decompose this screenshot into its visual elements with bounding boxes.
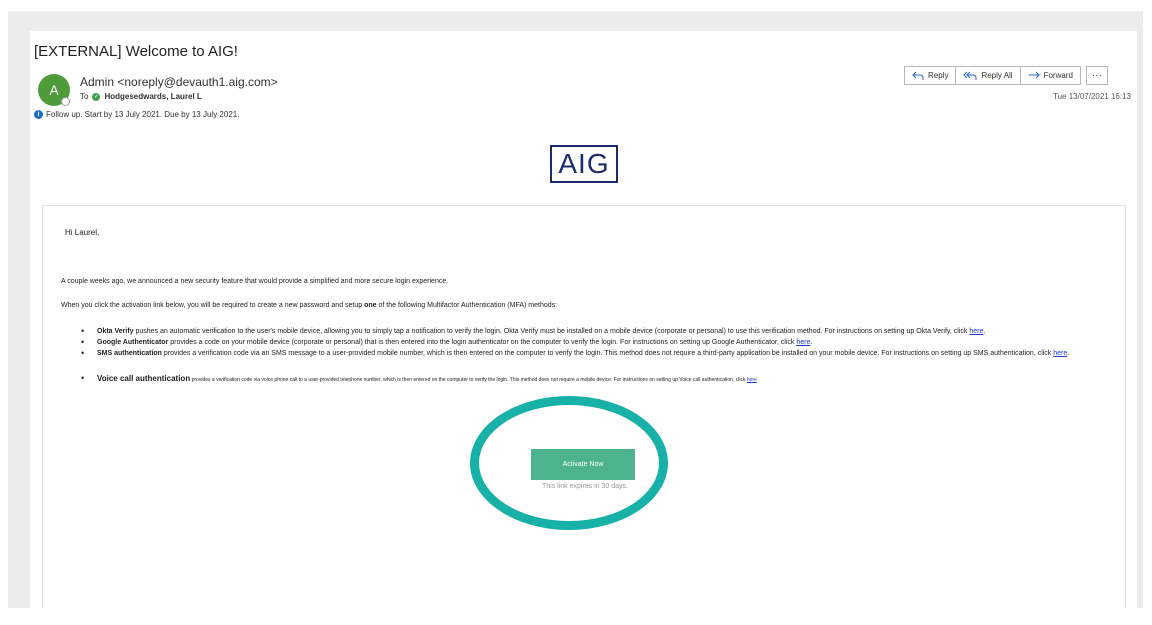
greeting: Hi Laurel, [65,228,100,237]
recipient-line: To ✓ Hodgesedwards, Laurel L [80,92,202,101]
activate-now-button[interactable]: Activate Now [531,449,635,480]
list-item: Voice call authentication provides a ver… [81,373,1111,386]
forward-button[interactable]: Forward [1019,66,1081,85]
list-item: SMS authentication provides a verificati… [81,348,1111,359]
message-body: Hi Laurel, A couple weeks ago, we announ… [42,205,1126,608]
check-icon: ✓ [92,92,101,101]
mfa-methods-list: Okta Verify pushes an automatic verifica… [81,326,1111,386]
list-item: Okta Verify pushes an automatic verifica… [81,326,1111,337]
followup-banner: i Follow up. Start by 13 July 2021. Due … [34,110,239,119]
reply-all-icon [963,71,977,80]
here-link[interactable]: here [796,339,810,346]
presence-status-icon [61,97,70,106]
here-link[interactable]: here [747,377,757,383]
link-expiry-note: This link expires in 30 days. [542,483,628,490]
email-reading-pane: [EXTERNAL] Welcome to AIG! A Admin <nore… [30,31,1137,608]
reply-all-label: Reply All [981,71,1013,80]
reply-icon [912,71,924,80]
more-actions-button[interactable]: ··· [1085,66,1108,85]
followup-text: Follow up. Start by 13 July 2021. Due by… [46,110,240,119]
reply-label: Reply [928,71,949,80]
info-icon: i [34,110,43,119]
received-date: Tue 13/07/2021 16:13 [1053,92,1131,101]
intro-paragraph: A couple weeks ago, we announced a new s… [61,278,449,285]
forward-icon [1028,71,1040,78]
here-link[interactable]: here [969,328,983,335]
recipient-name[interactable]: Hodgesedwards, Laurel L [104,92,201,101]
sender-address[interactable]: Admin <noreply@devauth1.aig.com> [80,75,278,89]
reply-all-button[interactable]: Reply All [955,66,1021,85]
email-subject: [EXTERNAL] Welcome to AIG! [34,43,238,60]
instructions-paragraph: When you click the activation link below… [61,302,558,309]
to-label: To [80,92,89,101]
forward-label: Forward [1043,71,1073,80]
here-link[interactable]: here [1053,350,1067,357]
reply-button[interactable]: Reply [904,66,957,85]
list-item: Google Authenticator provides a code on … [81,337,1111,348]
message-actions-toolbar: Reply Reply All Forward ··· [904,66,1108,85]
aig-logo: AIG [550,145,618,183]
